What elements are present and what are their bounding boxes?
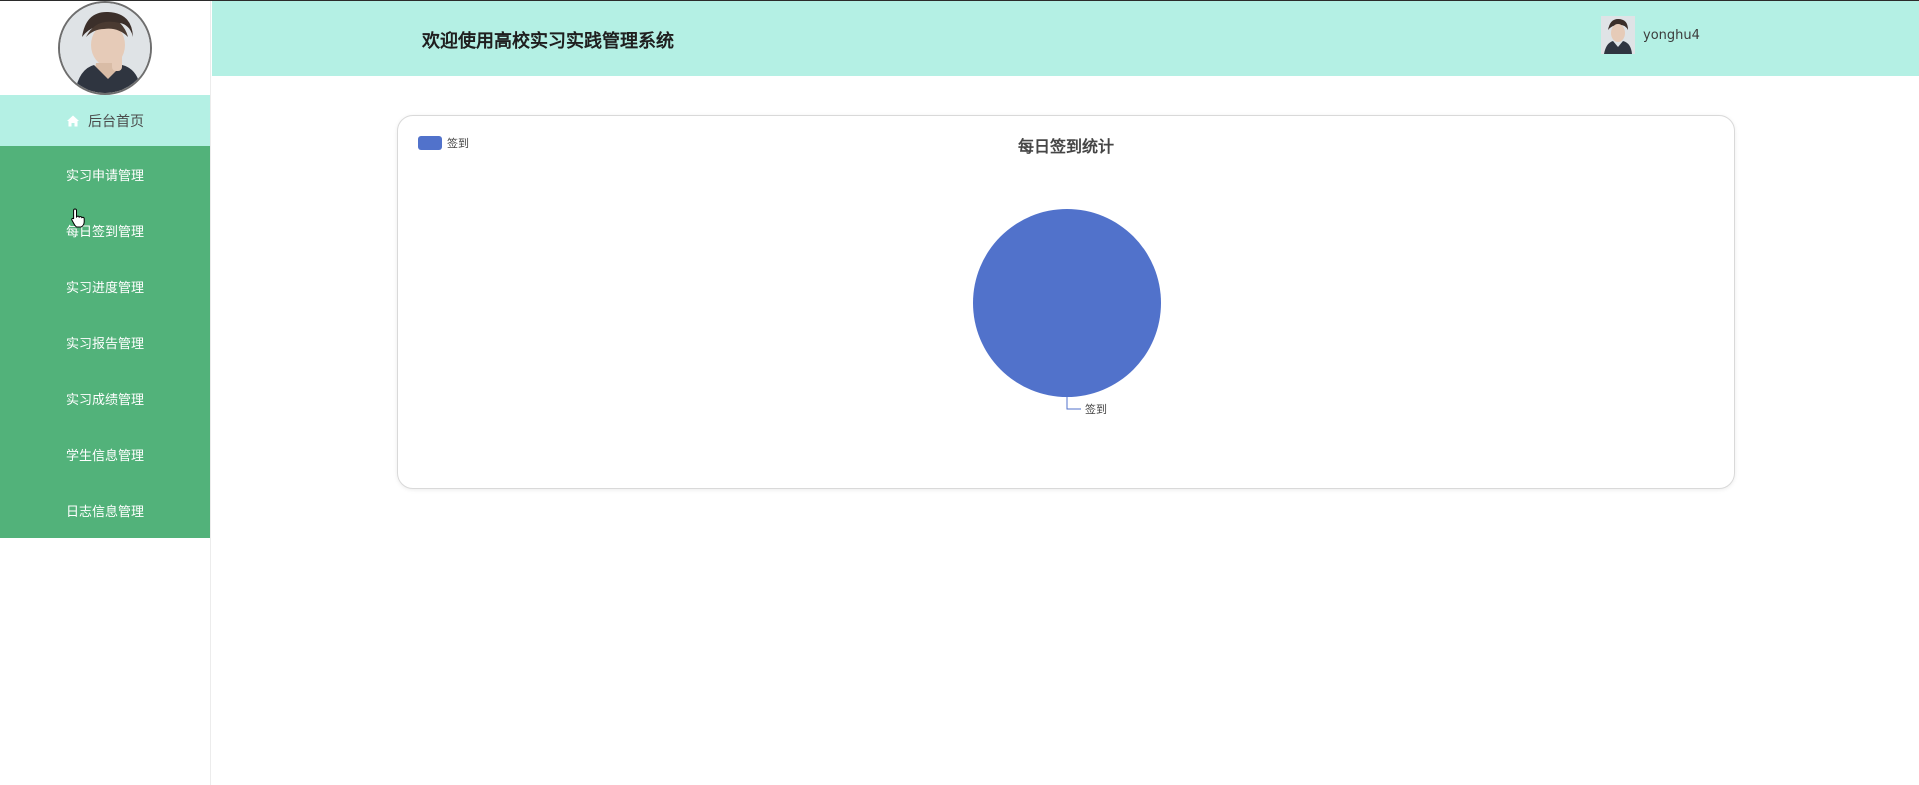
pie-slice-0[interactable] [973, 209, 1161, 397]
page-title: 欢迎使用高校实习实践管理系统 [422, 31, 674, 52]
sidebar-item-internship-grades[interactable]: 实习成绩管理 [0, 370, 210, 426]
chart-title: 每日签到统计 [1017, 137, 1114, 156]
top-header: 欢迎使用高校实习实践管理系统 yonghu4 [212, 1, 1919, 76]
checkin-chart-card: 签到 签到 每日签到统计 [397, 115, 1735, 489]
sidebar-menu: 实习申请管理 每日签到管理 实习进度管理 实习报告管理 实习成绩管理 学生信息管… [0, 146, 210, 538]
sidebar-item-internship-report[interactable]: 实习报告管理 [0, 314, 210, 370]
pie-slice-label-0: 签到 [1085, 402, 1107, 416]
mouse-cursor-icon [70, 208, 86, 232]
sidebar-item-label: 实习进度管理 [65, 280, 144, 296]
sidebar: 后台首页 实习申请管理 每日签到管理 实习进度管理 实习报告管理 实习成绩管理 … [0, 1, 211, 785]
sidebar-item-home-label: 后台首页 [88, 113, 144, 130]
sidebar-item-home[interactable]: 后台首页 [0, 95, 210, 146]
sidebar-item-label: 实习成绩管理 [65, 392, 144, 408]
sidebar-item-daily-checkin[interactable]: 每日签到管理 [0, 202, 210, 258]
sidebar-item-label: 实习申请管理 [65, 168, 144, 184]
sidebar-item-label: 学生信息管理 [65, 448, 144, 464]
sidebar-item-label: 实习报告管理 [65, 336, 144, 352]
user-menu[interactable]: yonghu4 [1601, 16, 1700, 54]
sidebar-item-log-info[interactable]: 日志信息管理 [0, 482, 210, 538]
avatar-illustration [60, 3, 150, 93]
pie-label-line-0 [1066, 397, 1081, 410]
avatar[interactable] [1601, 16, 1635, 54]
sidebar-item-internship-progress[interactable]: 实习进度管理 [0, 258, 210, 314]
home-icon [66, 114, 80, 128]
sidebar-avatar-area [0, 1, 210, 95]
sidebar-item-student-info[interactable]: 学生信息管理 [0, 426, 210, 482]
sidebar-avatar [58, 1, 152, 95]
sidebar-item-label: 日志信息管理 [65, 504, 144, 520]
sidebar-item-internship-application[interactable]: 实习申请管理 [0, 146, 210, 202]
app-root: 后台首页 实习申请管理 每日签到管理 实习进度管理 实习报告管理 实习成绩管理 … [0, 0, 1919, 785]
avatar-illustration [1601, 16, 1635, 54]
pie-chart: 签到 [973, 209, 1161, 416]
username: yonghu4 [1643, 27, 1700, 43]
